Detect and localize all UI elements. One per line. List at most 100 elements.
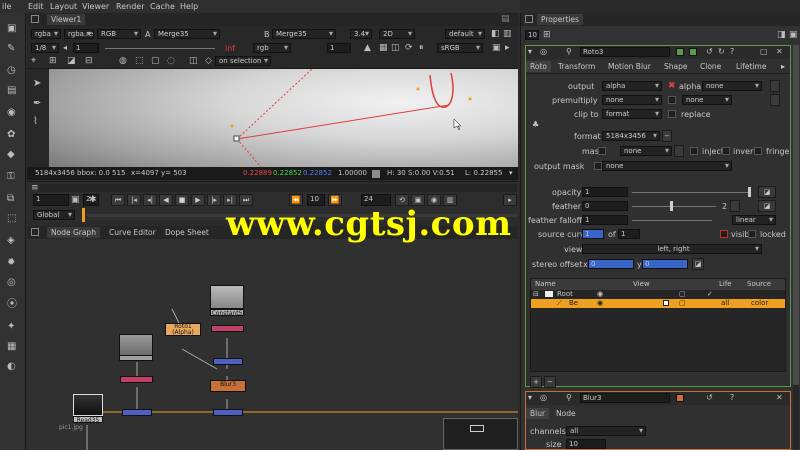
filter-icon[interactable]: ◆ bbox=[7, 150, 15, 160]
premultiply-second-select[interactable]: none bbox=[682, 95, 732, 105]
blur-pin-icon[interactable]: ⚲ bbox=[566, 393, 572, 402]
tab-transform[interactable]: Transform bbox=[558, 61, 595, 72]
col-source[interactable]: Source bbox=[747, 279, 771, 290]
remove-shape-button[interactable]: − bbox=[544, 376, 556, 388]
undo-panels-icon[interactable]: ◨ bbox=[777, 30, 786, 40]
views-icon[interactable]: ⦿ bbox=[7, 300, 17, 310]
read-node[interactable]: Read35 bbox=[73, 416, 103, 423]
fringe-check[interactable] bbox=[754, 147, 762, 155]
info-dropdown-icon[interactable]: ▾ bbox=[509, 167, 513, 180]
deep-icon[interactable]: ◎ bbox=[7, 278, 16, 288]
list-row-bezier[interactable]: ⟋ Be ◉ ▢ all color bbox=[531, 299, 785, 308]
merge-node-2[interactable] bbox=[213, 409, 243, 416]
lock-icon[interactable]: ◧ bbox=[491, 29, 500, 39]
keyframe-icon[interactable]: ◇ bbox=[205, 56, 212, 66]
select-tool-icon[interactable]: ⌖ bbox=[31, 56, 36, 66]
opacity-slider[interactable] bbox=[632, 192, 750, 193]
falloff-type-select[interactable]: linear bbox=[732, 215, 776, 225]
col-life[interactable]: Life bbox=[719, 279, 732, 290]
nodegraph-minimap[interactable] bbox=[443, 418, 518, 450]
blur-help-icon[interactable]: ? bbox=[730, 393, 734, 403]
frame-field[interactable]: 1 bbox=[33, 194, 69, 206]
timeline-settings-icon[interactable]: ✱ bbox=[89, 195, 97, 205]
color-icon[interactable]: ◉ bbox=[7, 108, 16, 118]
node-settings-icon[interactable]: ◎ bbox=[540, 47, 547, 56]
menu-edit[interactable]: Edit bbox=[28, 2, 44, 11]
tab-properties[interactable]: Properties bbox=[537, 14, 583, 25]
opacity-slider-handle[interactable] bbox=[748, 187, 751, 197]
wipe-ratio[interactable]: 3.4 bbox=[350, 29, 372, 39]
list-row-root[interactable]: ⊟ Root ◉ ▢ ✓ bbox=[531, 290, 785, 299]
add-shape-button[interactable]: + bbox=[530, 376, 542, 388]
source-curve-field[interactable]: 1 bbox=[582, 229, 604, 239]
lock-range-icon[interactable]: ▣ bbox=[71, 195, 80, 205]
pointer-tool-icon[interactable]: ➤ bbox=[33, 79, 41, 89]
output-alpha-check[interactable]: ✖ bbox=[668, 81, 676, 91]
viewer-image[interactable] bbox=[49, 69, 518, 179]
blur-close-icon[interactable]: ✕ bbox=[776, 393, 783, 403]
timeline-menu-icon[interactable]: ≡ bbox=[31, 183, 39, 193]
lock-panels-icon[interactable]: ▣ bbox=[789, 30, 798, 40]
feather-slider[interactable] bbox=[632, 206, 716, 207]
blur-settings-icon[interactable]: ◎ bbox=[540, 393, 547, 402]
clip-warning-icon[interactable]: ▲ bbox=[364, 43, 371, 53]
prev-keyframe-button[interactable]: |◂ bbox=[127, 194, 141, 206]
node-color-swatch-2[interactable] bbox=[689, 48, 697, 56]
clip-to-select[interactable]: format bbox=[602, 109, 662, 119]
tab-blur[interactable]: Blur bbox=[526, 408, 550, 419]
nodegraph-grid-icon[interactable] bbox=[31, 228, 39, 236]
col-name[interactable]: Name bbox=[535, 279, 556, 290]
gain-slider[interactable] bbox=[105, 48, 215, 49]
grid-icon[interactable] bbox=[31, 15, 39, 23]
menu-render[interactable]: Render bbox=[116, 2, 144, 11]
read-node-thumbnail[interactable] bbox=[73, 394, 103, 416]
ripple-icon[interactable]: ⊟ bbox=[85, 56, 93, 66]
tab-roto[interactable]: Roto bbox=[526, 61, 551, 72]
mask-check[interactable] bbox=[598, 147, 606, 155]
viewer-more-icon[interactable]: ▸ bbox=[505, 43, 510, 53]
on-selection-select[interactable]: on selection bbox=[215, 56, 271, 66]
pause-icon[interactable]: ⏸ bbox=[419, 43, 424, 53]
keyer-icon[interactable]: ⚿ bbox=[7, 172, 15, 182]
pin-icon[interactable]: ⚲ bbox=[566, 47, 572, 56]
snap-icon[interactable]: ◪ bbox=[67, 56, 76, 66]
bezier-lock-icon[interactable]: ▢ bbox=[679, 299, 686, 308]
gain-field[interactable]: 1 bbox=[73, 43, 99, 53]
view-mode-select[interactable]: 2D bbox=[379, 29, 415, 39]
gamma-field[interactable]: 1 bbox=[327, 43, 351, 53]
bbox-icon[interactable]: ▢ bbox=[151, 56, 160, 66]
metadata-icon[interactable]: ✦ bbox=[7, 322, 15, 332]
minimap-viewport[interactable] bbox=[470, 425, 484, 432]
merge-icon[interactable]: ⧉ bbox=[7, 194, 14, 204]
feather-falloff-field[interactable]: 1 bbox=[582, 215, 628, 225]
root-expand-icon[interactable]: ⊟ bbox=[533, 290, 539, 299]
feather-slider-handle[interactable] bbox=[670, 201, 673, 211]
feather-anim-button[interactable]: ◪ bbox=[758, 200, 776, 212]
node-name-field[interactable]: Roto3 bbox=[580, 47, 670, 57]
max-panels-field[interactable]: 10 bbox=[525, 30, 539, 40]
menu-file[interactable]: ile bbox=[2, 2, 11, 11]
menu-layout[interactable]: Layout bbox=[50, 2, 77, 11]
pin-small-icon[interactable]: ♣ bbox=[532, 120, 539, 129]
merge-node-3[interactable] bbox=[122, 409, 152, 416]
opacity-field[interactable]: 1 bbox=[582, 187, 628, 197]
visible-check[interactable] bbox=[720, 230, 728, 238]
bezier-color-swatch[interactable] bbox=[663, 300, 669, 306]
input-a-select[interactable]: Merge35 bbox=[154, 29, 220, 39]
timeline-ruler[interactable] bbox=[39, 184, 517, 192]
roto-node[interactable]: Roto1 (Alpha) bbox=[165, 323, 201, 336]
goto-start-button[interactable]: ⏮ bbox=[111, 194, 125, 206]
lifetime-icon[interactable]: ◫ bbox=[189, 56, 198, 66]
brush-tool-icon[interactable]: ⌇ bbox=[33, 117, 38, 127]
format-edit-button[interactable]: − bbox=[662, 130, 672, 142]
input-b-select[interactable]: Merge35 bbox=[272, 29, 336, 39]
gain-arrow-icon[interactable]: ◂ bbox=[63, 43, 67, 53]
motion-blur-icon[interactable]: ◌ bbox=[167, 56, 175, 66]
stereo-anim-button[interactable]: ◪ bbox=[692, 258, 704, 270]
roto-shape-overlay[interactable] bbox=[49, 69, 518, 179]
constant-merge-node[interactable] bbox=[211, 325, 244, 332]
inject-check[interactable] bbox=[690, 147, 698, 155]
clear-panels-icon[interactable]: ⊞ bbox=[543, 30, 551, 40]
premultiply-link-button[interactable] bbox=[770, 94, 780, 106]
format-select[interactable]: 5184x3456 bbox=[602, 131, 660, 141]
